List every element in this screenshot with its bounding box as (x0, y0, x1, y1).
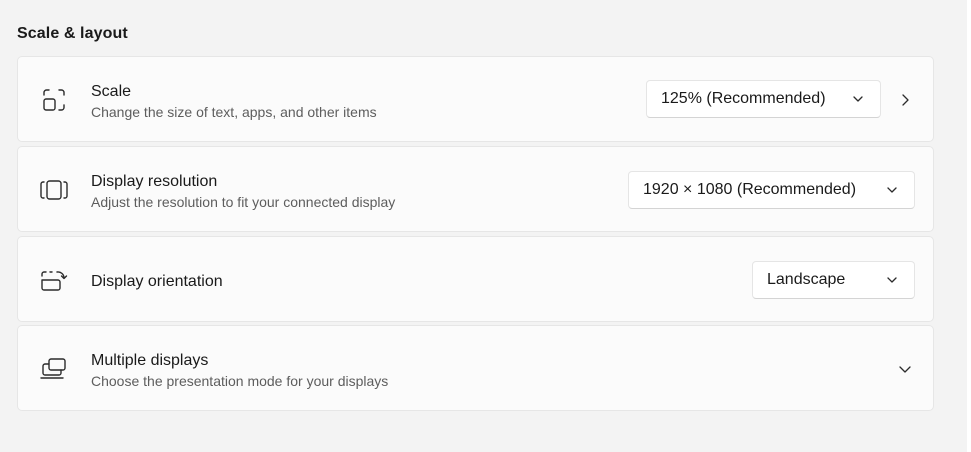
scale-title: Scale (91, 83, 132, 100)
orientation-card: Display orientation Landscape (17, 236, 934, 322)
multiple-displays-title: Multiple displays (91, 352, 209, 369)
multiple-displays-card[interactable]: Multiple displays Choose the presentatio… (17, 325, 934, 411)
chevron-down-icon[interactable] (898, 362, 912, 376)
resolution-icon (40, 176, 68, 204)
scale-icon (40, 86, 68, 114)
multiple-displays-icon (40, 355, 68, 383)
resolution-subtitle: Adjust the resolution to fit your connec… (91, 194, 396, 210)
chevron-down-icon (853, 96, 863, 102)
orientation-dropdown[interactable]: Landscape (752, 261, 915, 299)
resolution-title: Display resolution (91, 173, 218, 190)
section-title: Scale & layout (17, 25, 128, 42)
chevron-down-icon (887, 277, 897, 283)
scale-dropdown-value: 125% (Recommended) (661, 90, 826, 107)
chevron-right-icon[interactable] (898, 93, 912, 107)
scrollbar-track[interactable] (967, 0, 971, 452)
chevron-down-icon (887, 187, 897, 193)
resolution-dropdown[interactable]: 1920 × 1080 (Recommended) (628, 171, 915, 209)
resolution-card: Display resolution Adjust the resolution… (17, 146, 934, 232)
orientation-icon (40, 266, 68, 294)
multiple-displays-subtitle: Choose the presentation mode for your di… (91, 373, 389, 389)
scale-subtitle: Change the size of text, apps, and other… (91, 104, 377, 120)
resolution-dropdown-value: 1920 × 1080 (Recommended) (643, 181, 857, 198)
scale-dropdown[interactable]: 125% (Recommended) (646, 80, 881, 118)
orientation-dropdown-value: Landscape (767, 271, 846, 288)
orientation-title: Display orientation (91, 273, 223, 290)
scale-card[interactable]: Scale Change the size of text, apps, and… (17, 56, 934, 142)
